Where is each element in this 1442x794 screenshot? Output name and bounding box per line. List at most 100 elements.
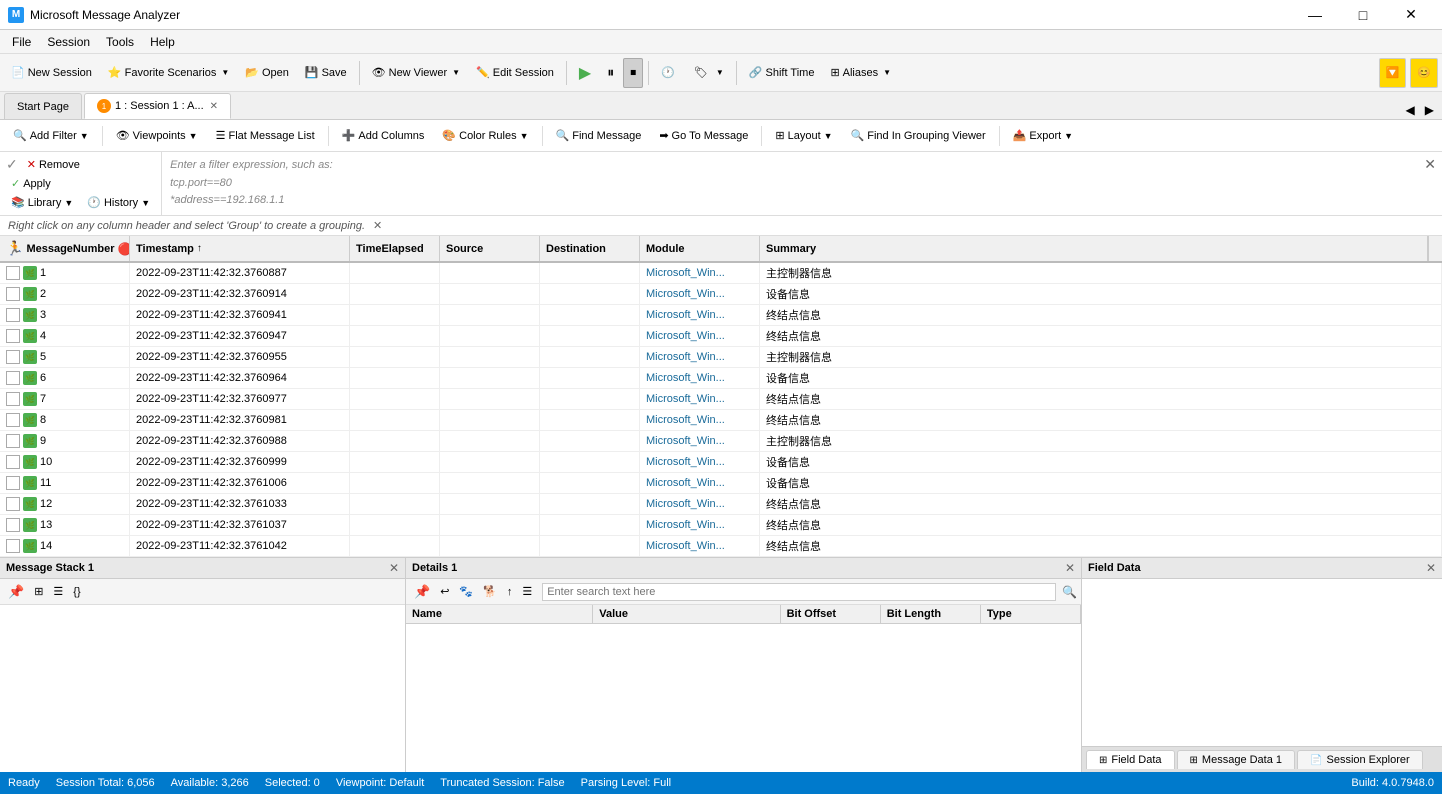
- field-data-close[interactable]: ✕: [1426, 561, 1436, 575]
- session-explorer-tab[interactable]: 📄 Session Explorer: [1297, 750, 1423, 769]
- smiley-button[interactable]: 😊: [1410, 58, 1438, 88]
- message-stack-json-view[interactable]: {}: [69, 584, 84, 600]
- table-row[interactable]: 🌿 4 2022-09-23T11:42:32.3760947 Microsof…: [0, 326, 1442, 347]
- favorite-scenarios-button[interactable]: ⭐ Favorite Scenarios ▼: [101, 58, 236, 88]
- message-stack-pin[interactable]: 📌: [4, 582, 28, 602]
- cell-source: [440, 473, 540, 493]
- new-session-button[interactable]: 📄 New Session: [4, 58, 99, 88]
- table-row[interactable]: 🌿 10 2022-09-23T11:42:32.3760999 Microso…: [0, 452, 1442, 473]
- row-checkbox[interactable]: [6, 455, 20, 469]
- table-row[interactable]: 🌿 12 2022-09-23T11:42:32.3761033 Microso…: [0, 494, 1442, 515]
- table-row[interactable]: 🌿 11 2022-09-23T11:42:32.3761006 Microso…: [0, 473, 1442, 494]
- details-up[interactable]: ↑: [503, 584, 517, 600]
- row-checkbox[interactable]: [6, 350, 20, 364]
- pause-button[interactable]: ⏸: [600, 58, 621, 88]
- shift-time-button[interactable]: 🕐: [654, 58, 685, 88]
- column-header-elapsed[interactable]: TimeElapsed: [350, 236, 440, 261]
- row-checkbox[interactable]: [6, 371, 20, 385]
- column-header-source[interactable]: Source: [440, 236, 540, 261]
- message-stack-tree-view[interactable]: ☰: [49, 583, 67, 600]
- column-header-summary[interactable]: Summary: [760, 236, 1428, 261]
- apply-button[interactable]: ✓ Apply: [6, 175, 56, 192]
- group-hint-close[interactable]: ✕: [373, 219, 382, 232]
- flat-message-list-button[interactable]: ☰ Flat Message List: [209, 126, 322, 145]
- tab-nav-prev[interactable]: ◀: [1402, 101, 1419, 119]
- row-checkbox[interactable]: [6, 287, 20, 301]
- menu-tools[interactable]: Tools: [98, 33, 142, 51]
- table-row[interactable]: 🌿 13 2022-09-23T11:42:32.3761037 Microso…: [0, 515, 1442, 536]
- field-data-tab[interactable]: ⊞ Field Data: [1086, 750, 1175, 769]
- table-row[interactable]: 🌿 14 2022-09-23T11:42:32.3761042 Microso…: [0, 536, 1442, 557]
- row-checkbox[interactable]: [6, 329, 20, 343]
- table-row[interactable]: 🌿 5 2022-09-23T11:42:32.3760955 Microsof…: [0, 347, 1442, 368]
- column-header-timestamp[interactable]: Timestamp ↑: [130, 236, 350, 261]
- minimize-button[interactable]: —: [1292, 4, 1338, 26]
- cell-elapsed: [350, 305, 440, 325]
- table-row[interactable]: 🌿 6 2022-09-23T11:42:32.3760964 Microsof…: [0, 368, 1442, 389]
- session-tab[interactable]: 1 1 : Session 1 : A... ✕: [84, 93, 231, 119]
- row-checkbox[interactable]: [6, 476, 20, 490]
- details-back[interactable]: ↩: [436, 583, 453, 600]
- details-search-icon: 🔍: [1062, 585, 1077, 599]
- find-in-grouping-button[interactable]: 🔍 Find In Grouping Viewer: [844, 126, 993, 145]
- menu-file[interactable]: File: [4, 33, 39, 51]
- export-button[interactable]: 📤 Export ▼: [1006, 126, 1080, 145]
- details-close[interactable]: ✕: [1065, 561, 1075, 575]
- message-data-1-tab[interactable]: ⊞ Message Data 1: [1177, 750, 1296, 769]
- stop-button[interactable]: ⏹: [623, 58, 643, 88]
- viewpoints-button[interactable]: 👁 Viewpoints ▼: [109, 126, 205, 145]
- start-page-tab[interactable]: Start Page: [4, 93, 82, 119]
- session-tab-close[interactable]: ✕: [210, 101, 218, 112]
- table-row[interactable]: 🌿 3 2022-09-23T11:42:32.3760941 Microsof…: [0, 305, 1442, 326]
- table-row[interactable]: 🌿 7 2022-09-23T11:42:32.3760977 Microsof…: [0, 389, 1442, 410]
- row-checkbox[interactable]: [6, 308, 20, 322]
- save-button[interactable]: 💾 Save: [298, 58, 354, 88]
- window-layout-button[interactable]: ⊞ Aliases ▼: [823, 58, 898, 88]
- row-checkbox[interactable]: [6, 266, 20, 280]
- details-paw[interactable]: 🐾: [455, 583, 477, 600]
- filter-icon-button[interactable]: 🔽: [1379, 58, 1407, 88]
- history-label: History: [104, 197, 138, 209]
- message-stack-grid-view[interactable]: ⊞: [30, 583, 47, 600]
- grid-body[interactable]: 🌿 1 2022-09-23T11:42:32.3760887 Microsof…: [0, 263, 1442, 557]
- library-button[interactable]: 📚 Library ▼: [6, 194, 78, 211]
- history-button[interactable]: 🕐 History ▼: [82, 194, 155, 211]
- row-checkbox[interactable]: [6, 497, 20, 511]
- row-checkbox[interactable]: [6, 434, 20, 448]
- add-columns-button[interactable]: ➕ Add Columns: [335, 126, 432, 145]
- play-button[interactable]: ▶: [572, 58, 598, 88]
- row-checkbox[interactable]: [6, 392, 20, 406]
- add-filter-button[interactable]: 🔍 Add Filter ▼: [6, 126, 96, 145]
- row-checkbox[interactable]: [6, 539, 20, 553]
- remove-button[interactable]: ✕ Remove: [22, 156, 85, 173]
- tab-nav-next[interactable]: ▶: [1421, 101, 1438, 119]
- column-header-dest[interactable]: Destination: [540, 236, 640, 261]
- aliases-button[interactable]: 🏷 ▼: [687, 58, 731, 88]
- details-list[interactable]: ☰: [518, 583, 536, 600]
- go-to-message-button[interactable]: ➡ Go To Message: [652, 126, 755, 145]
- column-header-msgnum[interactable]: 🏃 MessageNumber 🔴: [0, 236, 130, 261]
- details-dog[interactable]: 🐕: [479, 583, 501, 600]
- table-row[interactable]: 🌿 2 2022-09-23T11:42:32.3760914 Microsof…: [0, 284, 1442, 305]
- open-button[interactable]: 📂 Open: [238, 58, 296, 88]
- menu-session[interactable]: Session: [39, 33, 98, 51]
- layout-button[interactable]: ⊞ Layout ▼: [768, 126, 839, 145]
- message-stack-close[interactable]: ✕: [389, 561, 399, 575]
- table-row[interactable]: 🌿 8 2022-09-23T11:42:32.3760981 Microsof…: [0, 410, 1442, 431]
- color-rules-button[interactable]: 🎨 Color Rules ▼: [435, 126, 535, 145]
- row-checkbox[interactable]: [6, 518, 20, 532]
- find-message-button[interactable]: 🔍 Find Message: [549, 126, 649, 145]
- details-search-input[interactable]: [542, 583, 1056, 601]
- table-row[interactable]: 🌿 1 2022-09-23T11:42:32.3760887 Microsof…: [0, 263, 1442, 284]
- menu-help[interactable]: Help: [142, 33, 183, 51]
- filter-close-button[interactable]: ✕: [1424, 152, 1436, 173]
- new-union-button[interactable]: 🔗 Shift Time: [742, 58, 822, 88]
- row-checkbox[interactable]: [6, 413, 20, 427]
- maximize-button[interactable]: □: [1340, 4, 1386, 26]
- details-pin[interactable]: 📌: [410, 582, 434, 602]
- close-button[interactable]: ✕: [1388, 4, 1434, 26]
- table-row[interactable]: 🌿 9 2022-09-23T11:42:32.3760988 Microsof…: [0, 431, 1442, 452]
- edit-session-button[interactable]: ✏️ Edit Session: [469, 58, 561, 88]
- new-viewer-button[interactable]: 👁 New Viewer ▼: [365, 58, 467, 88]
- column-header-module[interactable]: Module: [640, 236, 760, 261]
